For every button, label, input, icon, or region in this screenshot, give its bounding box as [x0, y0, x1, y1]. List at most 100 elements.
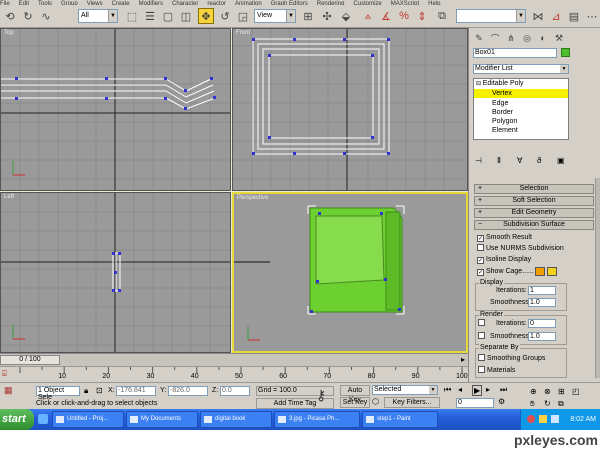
viewport-top-label[interactable]: Top	[4, 30, 14, 36]
set-key-button[interactable]: Set Key	[340, 397, 370, 408]
render-smoothness-spinner[interactable]: 1.0	[528, 332, 556, 341]
rollout-soft-selection[interactable]: + Soft Selection	[474, 196, 594, 206]
named-selection-icon[interactable]: ⧉	[434, 8, 450, 24]
key-mode-dropdown[interactable]: Selected ▼	[372, 385, 438, 395]
stack-item-polygon[interactable]: Polygon	[492, 117, 517, 126]
panel-scrollbar[interactable]	[595, 178, 600, 378]
snap-toggle-icon[interactable]: ⟑	[360, 8, 376, 24]
percent-snap-icon[interactable]: %	[396, 8, 412, 24]
display-iterations-spinner[interactable]: 1	[528, 286, 556, 295]
modifier-list-dropdown[interactable]: Modifier List ▼	[473, 64, 569, 74]
time-slider-thumb[interactable]: 0 / 100	[0, 355, 60, 365]
show-cage-checkbox[interactable]: ✓ Show Cage......	[477, 267, 534, 276]
keyboard-shortcut-icon[interactable]: ⬙	[338, 8, 354, 24]
arc-rotate-icon[interactable]: ↻	[544, 399, 551, 408]
previous-frame-icon[interactable]: ◂	[458, 385, 462, 394]
materials-checkbox[interactable]: Materials	[478, 366, 515, 375]
play-icon[interactable]: ▶	[472, 385, 483, 396]
rollout-subdivision-surface[interactable]: − Subdivision Surface	[474, 220, 594, 230]
task-paint[interactable]: step1 - Paint	[362, 411, 438, 428]
pin-stack-icon[interactable]: ⊣	[475, 156, 482, 165]
lock-selection-icon[interactable]: 🔒︎	[84, 386, 88, 396]
isoline-display-checkbox[interactable]: ✓ Isoline Display	[477, 255, 531, 264]
field-of-view-icon[interactable]: ◰	[572, 387, 580, 396]
motion-tab-icon[interactable]: ◎	[520, 31, 534, 45]
task-my-documents[interactable]: My Documents	[126, 411, 198, 428]
absolute-mode-icon[interactable]: ⊡	[96, 386, 103, 395]
display-smoothness-spinner[interactable]: 1.0	[528, 298, 556, 307]
viewport-perspective[interactable]: Perspective	[232, 192, 468, 353]
z-coordinate-field[interactable]: 0.0	[220, 386, 250, 396]
zoom-extents-icon[interactable]: ⊞	[558, 387, 565, 396]
bind-space-warp-icon[interactable]: ∿	[38, 8, 54, 24]
viewport-front-label[interactable]: Front	[236, 30, 250, 36]
show-end-result-icon[interactable]: Ⅱ	[497, 156, 501, 165]
selection-filter-dropdown[interactable]: All ▼	[78, 9, 118, 23]
maxscript-listener-icon[interactable]: ▦	[4, 385, 13, 396]
default-tangents-icon[interactable]: ⬡	[372, 397, 379, 406]
spinner-snap-icon[interactable]: ⇕	[414, 8, 430, 24]
x-coordinate-field[interactable]: -176.841	[116, 386, 156, 396]
frame-ruler[interactable]: 10 20 30 40 50 60 70 80 90 100 ⌸	[0, 366, 468, 382]
rectangular-selection-icon[interactable]: ▢	[160, 8, 176, 24]
hierarchy-tab-icon[interactable]: ⋔	[504, 31, 518, 45]
start-button[interactable]: start	[0, 409, 34, 430]
rollout-edit-geometry[interactable]: + Edit Geometry	[474, 208, 594, 218]
display-tab-icon[interactable]: ◐	[536, 31, 550, 45]
window-crossing-icon[interactable]: ◫	[178, 8, 194, 24]
select-by-name-icon[interactable]: ☰	[142, 8, 158, 24]
named-selection-sets-dropdown[interactable]: ▼	[456, 9, 526, 23]
auto-key-button[interactable]: Auto Key	[340, 385, 370, 403]
next-key-icon[interactable]: ▸	[486, 385, 490, 394]
smooth-result-checkbox[interactable]: ✓ Smooth Result	[477, 233, 532, 242]
maximize-viewport-icon[interactable]: ⧉	[558, 399, 564, 409]
make-unique-icon[interactable]: ∀	[517, 156, 522, 165]
quick-launch-ie-icon[interactable]	[38, 414, 48, 424]
time-slider-track[interactable]: 0 / 100 ▸	[0, 353, 468, 366]
stack-item-edge[interactable]: Edge	[492, 99, 508, 108]
stack-item-border[interactable]: Border	[492, 108, 513, 117]
security-tray-icon[interactable]	[527, 415, 535, 423]
select-and-scale-icon[interactable]: ◲	[235, 8, 251, 24]
task-digital-book[interactable]: digital book	[200, 411, 272, 428]
smoothing-groups-checkbox[interactable]: Smoothing Groups	[478, 354, 545, 363]
select-manipulate-icon[interactable]: ✣	[319, 8, 335, 24]
y-coordinate-field[interactable]: -826.0	[168, 386, 208, 396]
render-iterations-checkbox[interactable]	[478, 319, 487, 328]
object-name-field[interactable]: Box01	[473, 48, 557, 58]
pan-icon[interactable]: ✋︎	[530, 399, 535, 409]
render-smoothness-checkbox[interactable]	[478, 332, 487, 341]
stack-item-element[interactable]: Element	[492, 126, 518, 135]
select-object-icon[interactable]: ⬚	[124, 8, 140, 24]
render-iterations-spinner[interactable]: 0	[528, 319, 556, 328]
task-untitled[interactable]: Untitled - Proj...	[52, 411, 124, 428]
time-config-icon[interactable]: ⚙	[498, 397, 505, 406]
task-picasa[interactable]: 3.jpg - Picasa Ph...	[274, 411, 360, 428]
layer-manager-icon[interactable]: ▤	[566, 8, 582, 24]
configure-sets-icon[interactable]: ▣	[557, 156, 565, 165]
stack-base-editable-poly[interactable]: ⊟ Editable Poly	[476, 80, 524, 88]
remove-modifier-icon[interactable]: ð	[537, 156, 541, 165]
viewport-top[interactable]: Top	[0, 28, 231, 191]
curve-editor-icon[interactable]: ⋯	[584, 8, 600, 24]
volume-tray-icon[interactable]	[551, 415, 559, 423]
cage-color-swatch-2[interactable]	[547, 267, 557, 276]
zoom-all-icon[interactable]: ⊗	[544, 387, 551, 396]
object-color-swatch[interactable]	[561, 48, 570, 57]
go-to-end-icon[interactable]: ⏭	[500, 385, 507, 395]
utilities-tab-icon[interactable]: ⚒	[552, 31, 566, 45]
track-bar-icon[interactable]: ⌸	[2, 369, 7, 379]
select-link-icon[interactable]: ⟲	[2, 8, 18, 24]
pivot-center-icon[interactable]: ⊞	[300, 8, 316, 24]
use-nurms-checkbox[interactable]: Use NURMS Subdivision	[477, 244, 564, 253]
angle-snap-icon[interactable]: ∡	[378, 8, 394, 24]
go-to-start-icon[interactable]: ⏮	[444, 385, 451, 395]
viewport-left-label[interactable]: Left	[4, 194, 14, 200]
network-tray-icon[interactable]	[539, 415, 547, 423]
create-tab-icon[interactable]: ✎	[472, 31, 486, 45]
viewport-left[interactable]: Left	[0, 192, 231, 353]
select-and-rotate-icon[interactable]: ↺	[217, 8, 233, 24]
next-frame-icon[interactable]: ▸	[461, 355, 465, 364]
modify-tab-icon[interactable]: ⌒	[488, 31, 502, 45]
mirror-icon[interactable]: ⋈	[530, 8, 546, 24]
